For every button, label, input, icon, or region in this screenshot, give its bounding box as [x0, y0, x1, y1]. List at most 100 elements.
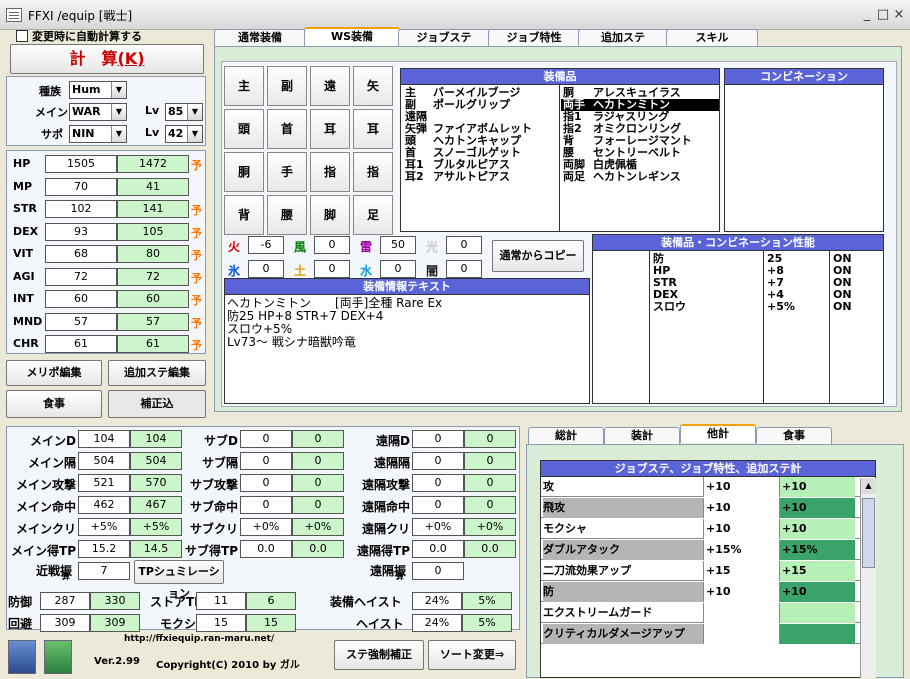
totals-tab-0[interactable]: 総計: [528, 427, 604, 444]
equip-slot-button[interactable]: 手: [267, 152, 307, 192]
battle-stat-label: サブ命中: [189, 500, 238, 514]
equip-slot-button[interactable]: 矢: [353, 66, 393, 106]
equip-item-name: ヘカトンレギンス: [593, 170, 681, 183]
battle-stat-base: 0: [240, 430, 292, 448]
copy-from-normal-button[interactable]: 通常からコピー: [492, 240, 584, 272]
job-stats-scrollbar[interactable]: ▲: [860, 478, 876, 678]
force-correct-button[interactable]: ステ強制補正: [334, 640, 424, 670]
equip-slot-button[interactable]: 胴: [224, 152, 264, 192]
equip-slot-button[interactable]: 遠: [310, 66, 350, 106]
melee-skill-value: 7: [78, 562, 130, 580]
job-stat-row[interactable]: クリティカルダメージアップ: [541, 624, 875, 644]
stat-total: 60: [117, 290, 189, 308]
stat-total: 105: [117, 222, 189, 241]
battle-stat-base: 287: [40, 592, 90, 610]
performance-header: 装備品・コンビネーション性能: [592, 234, 884, 251]
equip-slot-button[interactable]: 指: [310, 152, 350, 192]
load-disk-icon[interactable]: [44, 640, 72, 674]
job-stat-row[interactable]: 二刀流効果アップ +15 +15: [541, 561, 875, 581]
stat-forecast-mark: 予: [191, 294, 202, 307]
main-job-select[interactable]: WAR ▼: [69, 103, 127, 121]
equip-slot-button[interactable]: 耳: [353, 109, 393, 149]
equip-slot-label: 耳2: [405, 170, 424, 183]
save-disk-icon[interactable]: [8, 640, 36, 674]
equip-slot-button[interactable]: 足: [353, 195, 393, 235]
combination-header: コンビネーション: [724, 68, 884, 85]
equip-row[interactable]: 両足 ヘカトンレギンス: [561, 171, 719, 183]
equip-slot-button[interactable]: 頭: [224, 109, 264, 149]
job-stat-row[interactable]: 防 +10 +10: [541, 582, 875, 602]
battle-stat-base: +0%: [240, 518, 292, 536]
sort-change-button[interactable]: ソート変更⇒: [428, 640, 516, 670]
equip-slot-button[interactable]: 腰: [267, 195, 307, 235]
main-lv-select[interactable]: 85 ▼: [165, 103, 203, 121]
race-select[interactable]: Hum ▼: [69, 81, 127, 99]
battle-stat-total: 0.0: [292, 540, 344, 558]
battle-stat-label: メイン隔: [27, 456, 76, 470]
auto-calc-checkbox[interactable]: [16, 30, 28, 42]
equip-slot-button[interactable]: 首: [267, 109, 307, 149]
job-stat-row[interactable]: エクストリームガード: [541, 603, 875, 623]
battle-stat-total: +0%: [292, 518, 344, 536]
equip-slot-button[interactable]: 脚: [310, 195, 350, 235]
meal-button[interactable]: 食事: [6, 390, 102, 418]
stat-label: MND: [13, 314, 43, 328]
battle-stat-total: 0: [292, 474, 344, 492]
battle-stat-total: 0: [292, 496, 344, 514]
equip-info-header: 装備情報テキスト: [224, 278, 590, 295]
stat-base: 93: [45, 222, 117, 241]
battle-stat-base: 104: [78, 430, 130, 448]
tab-4[interactable]: 追加ステ: [578, 29, 668, 46]
scroll-thumb[interactable]: [862, 498, 875, 568]
battle-stat-total: 570: [130, 474, 182, 492]
stat-base: 1505: [45, 155, 117, 173]
equip-slot-button[interactable]: 副: [267, 66, 307, 106]
battle-stat-label: メインD: [30, 434, 76, 448]
battle-stat-base: 15: [196, 614, 246, 632]
close-button[interactable]: ×: [890, 6, 908, 24]
scroll-up-icon[interactable]: ▲: [861, 478, 876, 494]
element-label: 水: [360, 264, 373, 278]
battle-stat-label: メイン得TP: [11, 544, 76, 558]
tab-1[interactable]: WS装備: [304, 27, 400, 46]
tab-3[interactable]: ジョブ特性: [488, 29, 580, 46]
job-stats-list: ジョブステ、ジョブ特性、追加ステ計 攻 +10 +10 飛攻 +10 +10 モクシャ +10…: [540, 460, 876, 678]
stat-total: 57: [117, 312, 189, 331]
equip-slot-button[interactable]: 背: [224, 195, 264, 235]
correction-toggle[interactable]: 補正込: [108, 390, 206, 418]
melee-skill-label: 近戦振算: [36, 562, 80, 581]
job-stat-row[interactable]: モクシャ +10 +10: [541, 519, 875, 539]
totals-tab-2[interactable]: 他計: [680, 424, 756, 443]
stat-forecast-mark: 予: [191, 339, 202, 352]
tp-simulation-button[interactable]: TPシュミレーション: [134, 560, 224, 600]
stat-total: 41: [117, 177, 189, 196]
equip-slot-button[interactable]: 指: [353, 152, 393, 192]
battle-stat-base: 0.0: [412, 540, 464, 558]
homepage-url[interactable]: http://ffxiequip.ran-maru.net/: [124, 634, 274, 644]
battle-stat-base: 521: [78, 474, 130, 492]
calculate-button[interactable]: 計 算(K): [10, 44, 204, 74]
sub-job-select[interactable]: NIN ▼: [69, 125, 127, 143]
tab-0[interactable]: 通常装備: [214, 29, 306, 46]
battle-stat-label: 遠隔隔: [373, 456, 410, 470]
job-stat-row[interactable]: ダブルアタック +15% +15%: [541, 540, 875, 560]
equip-slot-button[interactable]: 耳: [310, 109, 350, 149]
main-job-label: メイン: [35, 106, 68, 119]
extra-stats-edit-button[interactable]: 追加ステ編集: [108, 360, 206, 386]
battle-stat-label: 装備ヘイスト: [330, 595, 402, 609]
battle-stat-base: +0%: [412, 518, 464, 536]
tab-5[interactable]: スキル: [666, 29, 758, 46]
sub-lv-select[interactable]: 42 ▼: [165, 125, 203, 143]
job-stat-row[interactable]: 攻 +10 +10: [541, 477, 875, 497]
totals-tab-3[interactable]: 食事: [756, 427, 832, 444]
stat-forecast-mark: 予: [191, 159, 202, 172]
equip-slot-button[interactable]: 主: [224, 66, 264, 106]
totals-tab-1[interactable]: 装計: [604, 427, 680, 444]
job-stat-row[interactable]: 飛攻 +10 +10: [541, 498, 875, 518]
stat-label: CHR: [13, 337, 39, 350]
battle-stat-label: 防御: [8, 595, 33, 609]
merit-edit-button[interactable]: メリポ編集: [6, 360, 102, 386]
battle-stat-total: 0: [464, 430, 516, 448]
tab-2[interactable]: ジョブステ: [398, 29, 490, 46]
battle-stat-label: メイン攻撃: [15, 478, 76, 492]
